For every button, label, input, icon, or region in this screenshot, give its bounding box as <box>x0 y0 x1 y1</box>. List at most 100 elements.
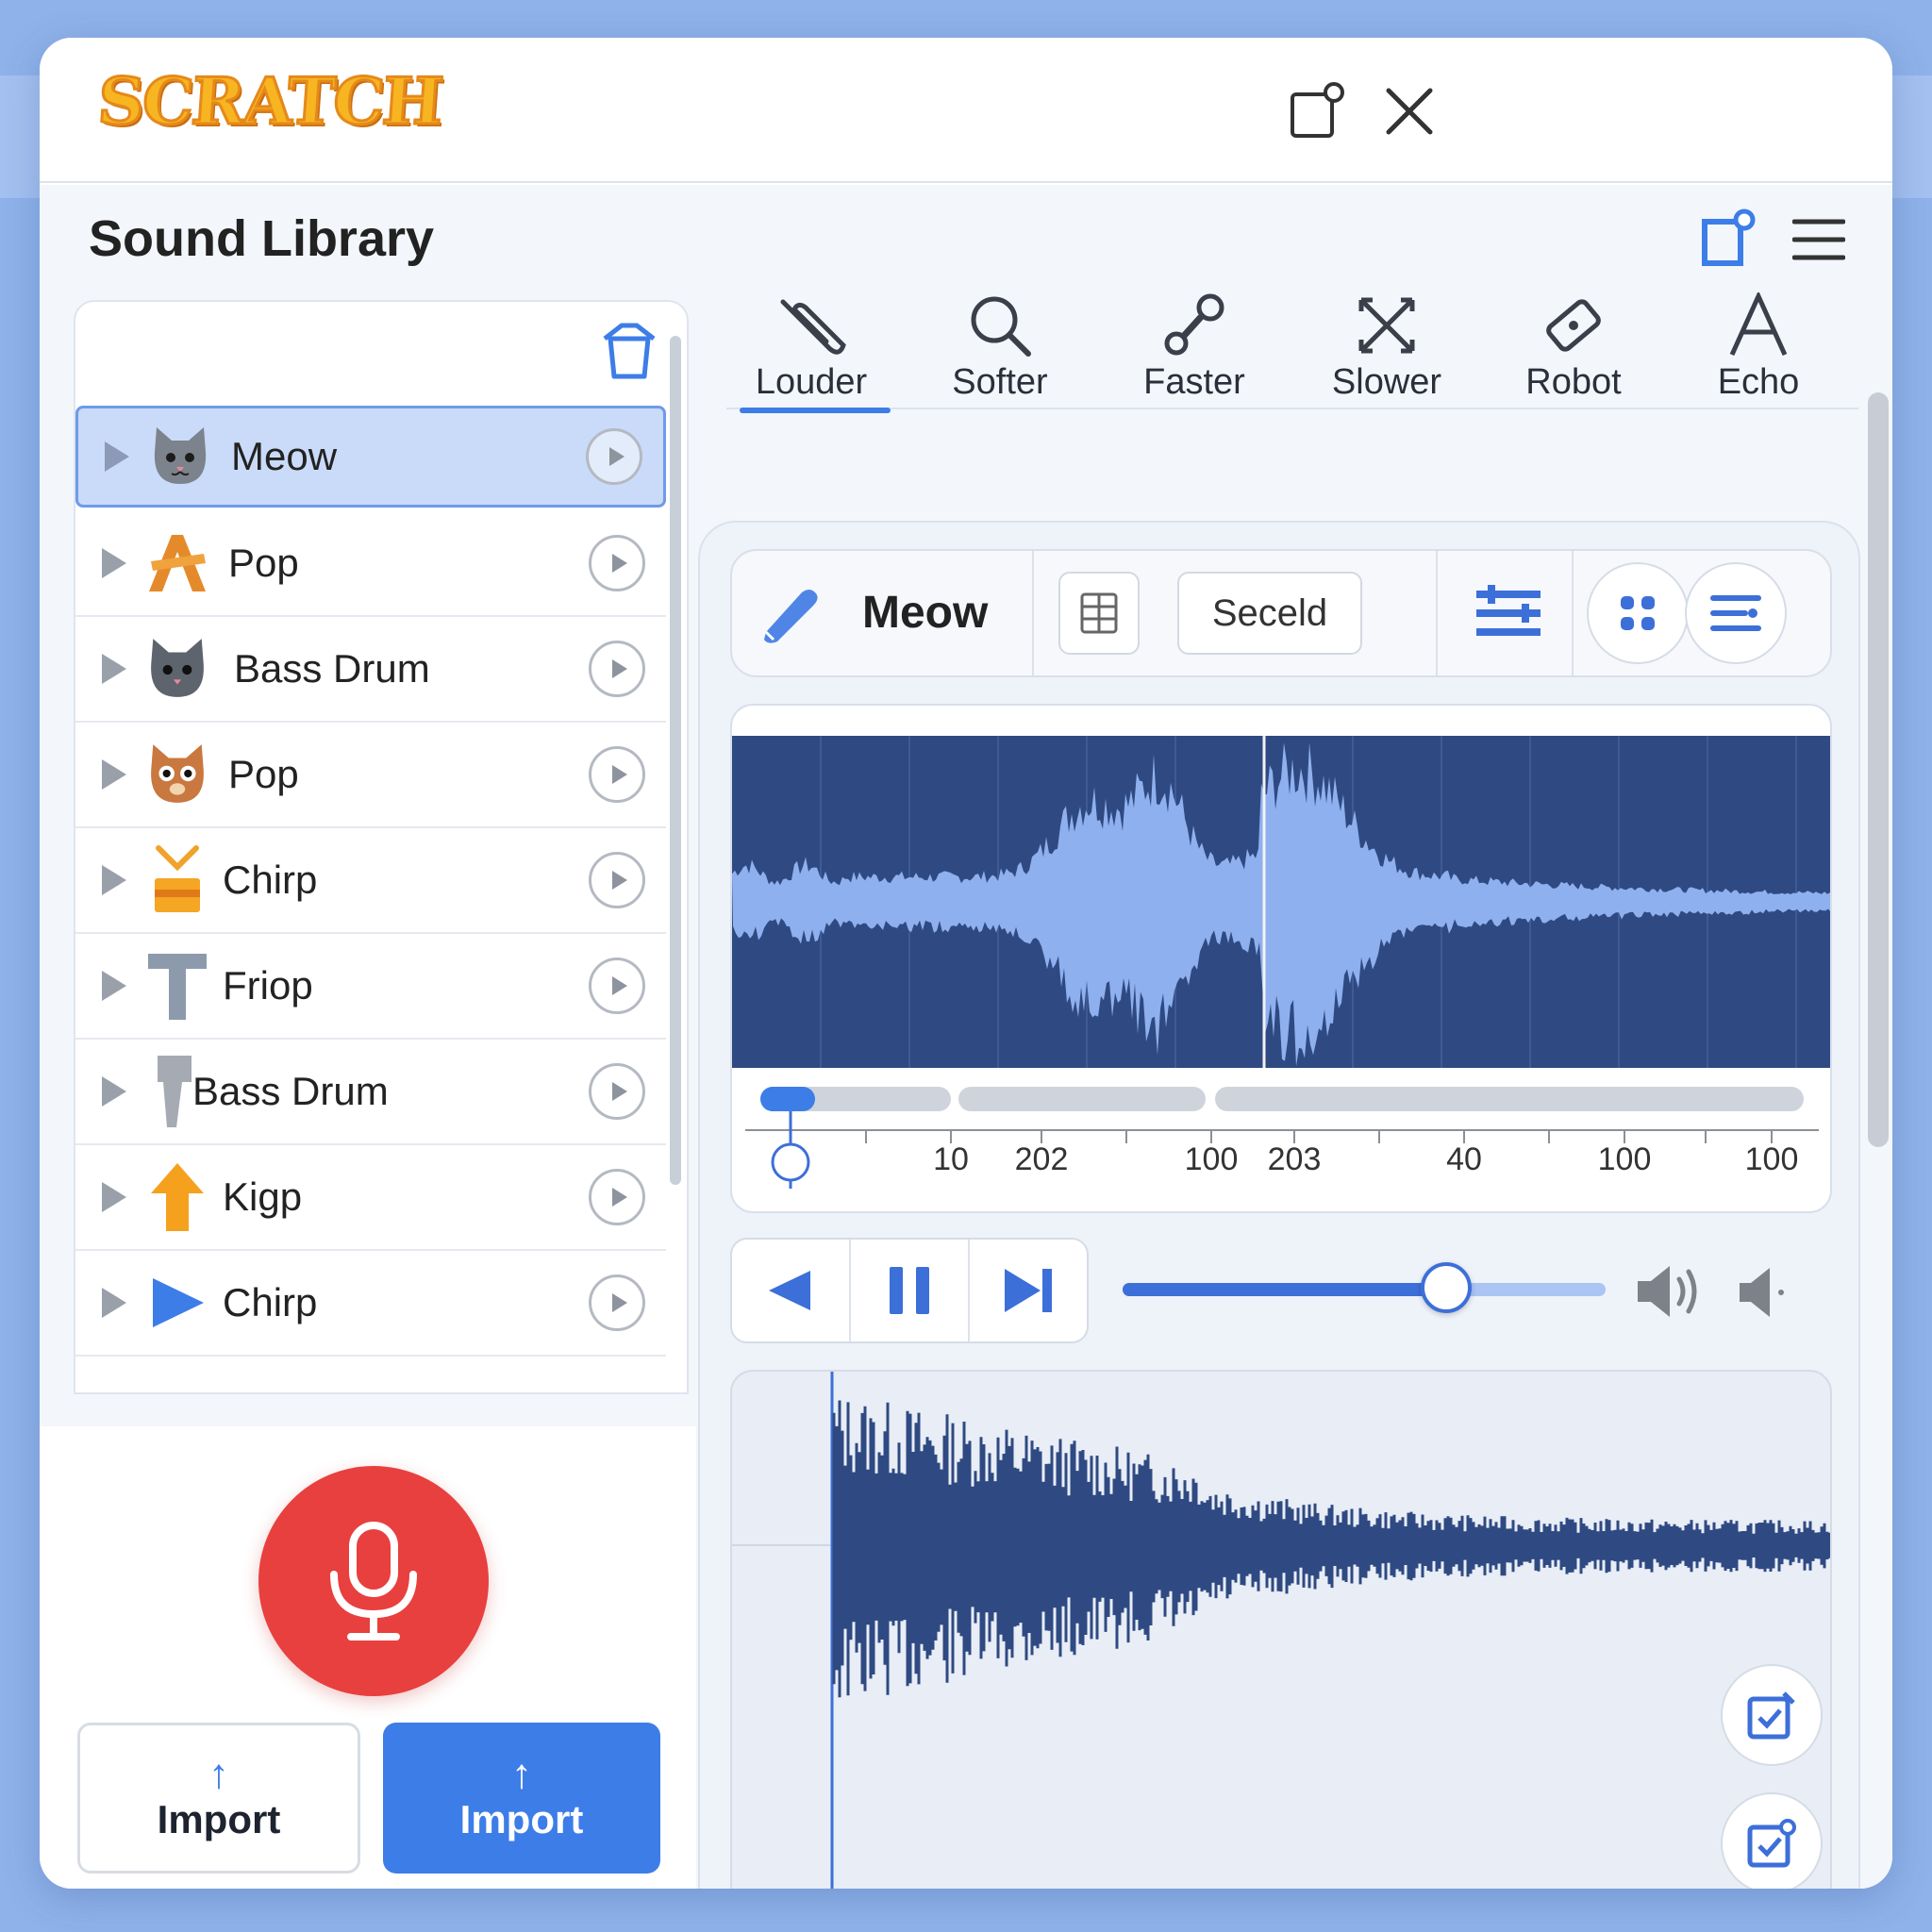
sound-name: Bass Drum <box>192 1069 389 1113</box>
tab-label: Louder <box>755 362 868 402</box>
preview-waveform <box>732 1372 1830 1889</box>
volume-mute-icon[interactable] <box>1736 1264 1792 1321</box>
list-item-chirp-2[interactable]: Chirp <box>75 1251 666 1357</box>
list-item-friop[interactable]: Friop <box>75 934 666 1040</box>
upload-arrow-icon: ↑ <box>511 1751 532 1797</box>
tab-softer[interactable]: Softer <box>915 289 1085 409</box>
volume-slider[interactable] <box>1123 1283 1606 1296</box>
play-triangle-icon <box>143 1269 211 1337</box>
tab-louder[interactable]: Louder <box>726 289 896 413</box>
sound-name-field[interactable]: Meow <box>862 587 988 639</box>
upload-arrow-icon: ↑ <box>208 1751 229 1797</box>
list-item-chirp[interactable]: Chirp <box>75 828 666 934</box>
select-button[interactable]: Seceld <box>1177 572 1362 655</box>
paperclip-icon <box>774 289 849 362</box>
robot-tag-icon <box>1539 289 1608 362</box>
expand-arrow-icon[interactable] <box>102 759 126 790</box>
list-item-bass-drum[interactable]: Bass Drum <box>75 617 666 723</box>
expand-arrow-icon[interactable] <box>105 441 129 472</box>
tick-label: 40 <box>1446 1141 1482 1177</box>
record-button[interactable] <box>258 1466 489 1696</box>
search-icon <box>966 289 1034 362</box>
waveform-editor[interactable]: 10 202 100 203 40 100 100 <box>730 704 1832 1213</box>
play-button[interactable] <box>589 958 645 1014</box>
expand-arrow-icon[interactable] <box>102 971 126 1001</box>
tab-label: Faster <box>1143 362 1245 402</box>
sound-name: Meow <box>231 434 338 478</box>
play-button[interactable] <box>589 1063 645 1120</box>
play-button[interactable] <box>589 746 645 803</box>
close-icon[interactable] <box>1372 74 1447 149</box>
tick-label: 100 <box>1744 1141 1799 1177</box>
transport-controls <box>730 1238 1089 1343</box>
list-item-bass-drum-2[interactable]: Bass Drum <box>75 1040 666 1145</box>
play-button[interactable] <box>589 535 645 591</box>
expand-arrow-icon[interactable] <box>102 654 126 684</box>
tick-label: 10 <box>933 1141 969 1177</box>
play-button[interactable] <box>589 852 645 908</box>
trim-icon[interactable] <box>1447 566 1570 660</box>
timeline[interactable]: 10 202 100 203 40 100 100 <box>732 1068 1830 1211</box>
tab-label: Softer <box>952 362 1048 402</box>
sound-list-panel: Meow Pop Bass Drum Pop Chirp Friop Bass … <box>74 300 689 1394</box>
list-item-kigp[interactable]: Kigp <box>75 1145 666 1251</box>
expand-arrow-icon[interactable] <box>102 1182 126 1212</box>
pause-icon <box>890 1267 929 1314</box>
title-bar: SCRATCH <box>40 38 1892 183</box>
menu-icon[interactable] <box>1781 202 1857 277</box>
grid-button[interactable] <box>1058 572 1140 655</box>
wrench-icon <box>1159 289 1229 362</box>
list-item-pop[interactable]: Pop <box>75 511 666 617</box>
sound-editor: Meow Seceld 10 202 100 203 40 100 100 <box>698 521 1860 1889</box>
list-item-meow[interactable]: Meow <box>75 406 666 508</box>
grid-icon <box>1080 592 1118 634</box>
play-button[interactable] <box>586 428 642 485</box>
scratch-logo: SCRATCH <box>94 63 445 142</box>
cat-gray-icon <box>146 423 214 491</box>
expand-arrow-icon[interactable] <box>102 548 126 578</box>
list-scrollbar[interactable] <box>670 336 681 1185</box>
volume-up-icon[interactable] <box>1634 1260 1709 1323</box>
expand-arrow-icon[interactable] <box>102 1076 126 1107</box>
sound-name: Pop <box>228 541 299 585</box>
chirp-icon <box>143 845 211 914</box>
tab-echo[interactable]: Echo <box>1674 289 1843 409</box>
import-label: Import <box>459 1797 584 1841</box>
microphone-icon <box>330 1522 417 1641</box>
skip-end-button[interactable] <box>970 1240 1087 1341</box>
trash-icon[interactable] <box>596 317 662 383</box>
divider <box>1572 551 1574 675</box>
tick-label: 202 <box>1014 1141 1069 1177</box>
edit-check-icon <box>1747 1691 1795 1740</box>
effects-grid-button[interactable] <box>1587 562 1689 664</box>
apply-button[interactable] <box>1721 1664 1823 1766</box>
waveform[interactable] <box>732 736 1832 1068</box>
play-button[interactable] <box>589 1169 645 1225</box>
back-icon <box>769 1271 810 1310</box>
popout-icon[interactable] <box>1690 202 1766 277</box>
volume-knob[interactable] <box>1421 1262 1473 1313</box>
main-area: Sound Library Meow Pop Bass Drum Pop Chi… <box>40 185 1892 1889</box>
arrow-up-icon <box>143 1163 211 1231</box>
waveform-preview[interactable] <box>730 1370 1832 1889</box>
import-button-primary[interactable]: ↑ Import <box>383 1723 660 1874</box>
popout-icon[interactable] <box>1279 74 1355 149</box>
play-button[interactable] <box>589 641 645 697</box>
tab-slower[interactable]: Slower <box>1302 289 1472 409</box>
tab-robot[interactable]: Robot <box>1489 289 1658 409</box>
expand-arrow-icon[interactable] <box>102 865 126 895</box>
expand-arrow-icon[interactable] <box>102 1288 126 1318</box>
tab-faster[interactable]: Faster <box>1109 289 1279 409</box>
pause-button[interactable] <box>851 1240 968 1341</box>
save-edit-button[interactable] <box>1721 1792 1823 1889</box>
rewind-button[interactable] <box>732 1240 849 1341</box>
tick-label: 100 <box>1597 1141 1652 1177</box>
list-item-pop-2[interactable]: Pop <box>75 723 666 828</box>
cat-orange-icon <box>143 741 211 808</box>
page-title: Sound Library <box>89 210 435 267</box>
options-button[interactable] <box>1685 562 1787 664</box>
play-button[interactable] <box>589 1274 645 1331</box>
editor-scrollbar[interactable] <box>1868 392 1889 1147</box>
import-button-secondary[interactable]: ↑ Import <box>77 1723 360 1874</box>
pencil-icon[interactable] <box>758 579 824 645</box>
